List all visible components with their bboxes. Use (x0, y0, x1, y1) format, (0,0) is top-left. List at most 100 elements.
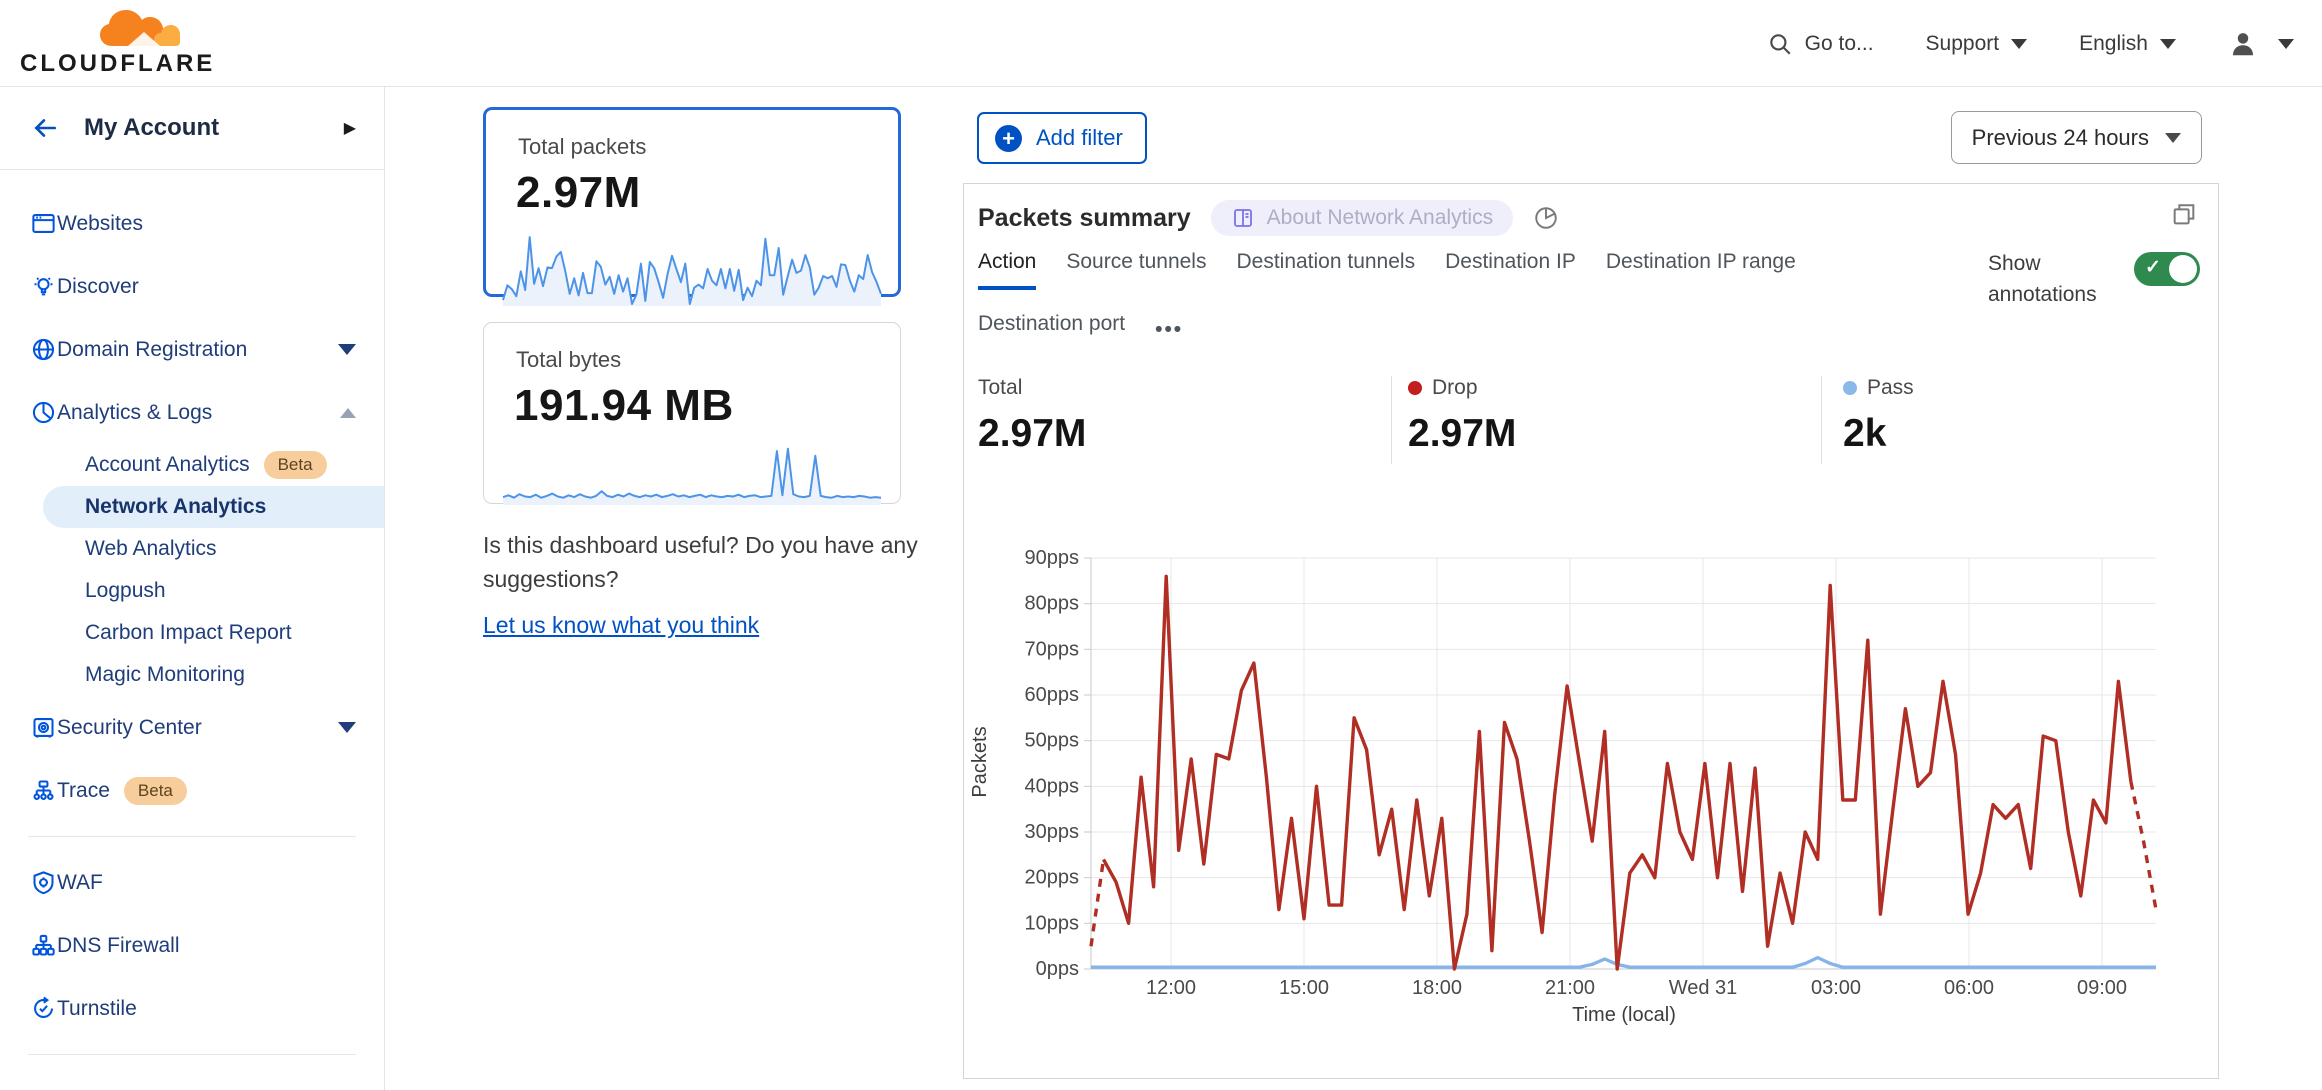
chevron-right-icon[interactable]: ▶ (344, 118, 356, 138)
sidebar-item-network-analytics[interactable]: Network Analytics (43, 486, 384, 528)
chevron-up-icon (340, 408, 356, 418)
card-value: 2.97M (516, 168, 898, 218)
sidebar-item-dns-firewall[interactable]: DNS Firewall (0, 914, 384, 977)
time-range-label: Previous 24 hours (1972, 125, 2149, 151)
add-filter-button[interactable]: + Add filter (977, 112, 1147, 164)
user-menu[interactable] (2228, 29, 2294, 59)
cloudflare-logo[interactable]: CLOUDFLARE (20, 6, 190, 78)
tab-destination-ip[interactable]: Destination IP (1445, 250, 1576, 290)
stat-label: Drop (1432, 376, 1478, 400)
legend-dot-pass (1843, 381, 1857, 395)
duplicate-icon[interactable] (2170, 200, 2198, 228)
stat-value: 2.97M (1408, 412, 1516, 456)
tab-destination-port[interactable]: Destination port (978, 312, 1125, 354)
sidebar-item-magic-monitoring[interactable]: Magic Monitoring (0, 654, 384, 696)
about-label: About Network Analytics (1267, 206, 1493, 230)
svg-text:10pps: 10pps (1025, 912, 1080, 934)
show-annotations-label: Show annotations (1988, 248, 2108, 310)
stat-drop: Drop 2.97M (1408, 376, 1516, 456)
sidebar-item-websites[interactable]: Websites (0, 192, 384, 255)
sidebar-item-label: Logpush (85, 579, 166, 603)
panel-title: Packets summary (978, 204, 1191, 233)
tab-source-tunnels[interactable]: Source tunnels (1066, 250, 1206, 290)
sidebar-item-security-center[interactable]: Security Center (0, 696, 384, 759)
brand-text: CLOUDFLARE (20, 50, 190, 78)
legend-dot-drop (1408, 381, 1422, 395)
stat-divider (1821, 376, 1822, 464)
feedback-link[interactable]: Let us know what you think (483, 608, 759, 642)
total-packets-card[interactable]: Total packets 2.97M (483, 107, 901, 297)
chevron-down-icon (2278, 39, 2294, 49)
sidebar-divider (28, 836, 356, 837)
sidebar-item-waf[interactable]: WAF (0, 851, 384, 914)
shield-gear-icon (30, 869, 57, 896)
beta-badge: Beta (264, 451, 327, 479)
support-menu[interactable]: Support (1926, 32, 2028, 56)
sidebar-item-account-analytics[interactable]: Account AnalyticsBeta (0, 444, 384, 486)
sidebar-item-discover[interactable]: Discover (0, 255, 384, 318)
top-bar: CLOUDFLARE Go to... Support English (0, 0, 2322, 87)
sidebar-item-label: Analytics & Logs (57, 401, 212, 425)
back-arrow-icon[interactable] (30, 115, 60, 141)
card-title: Total bytes (516, 347, 900, 373)
svg-text:50pps: 50pps (1025, 730, 1080, 752)
total-bytes-sparkline (499, 437, 885, 509)
stat-divider (1391, 376, 1392, 464)
svg-text:20pps: 20pps (1025, 867, 1080, 889)
tab-destination-ip-range[interactable]: Destination IP range (1606, 250, 1796, 290)
user-icon (2228, 29, 2258, 59)
sidebar-item-domain-registration[interactable]: Domain Registration (0, 318, 384, 381)
more-tabs-button[interactable]: ••• (1155, 312, 1183, 354)
stat-value: 2.97M (978, 412, 1086, 456)
sidebar-item-label: WAF (57, 871, 103, 895)
check-icon: ✓ (2145, 256, 2161, 279)
show-annotations-toggle[interactable]: ✓ (2134, 252, 2200, 286)
svg-text:Time (local): Time (local) (1572, 1004, 1676, 1026)
chevron-down-icon (2011, 39, 2027, 49)
goto-search[interactable]: Go to... (1767, 31, 1874, 57)
feedback-question: Is this dashboard useful? Do you have an… (483, 528, 923, 596)
svg-text:06:00: 06:00 (1944, 977, 1994, 999)
packets-summary-panel: Packets summary About Network Analytics … (963, 183, 2219, 1079)
sidebar-divider (28, 1054, 356, 1055)
chevron-down-icon (2160, 39, 2176, 49)
language-label: English (2079, 32, 2148, 56)
sidebar-item-turnstile[interactable]: Turnstile (0, 977, 384, 1040)
sidebar-item-label: Discover (57, 275, 139, 299)
sidebar-item-analytics-logs[interactable]: Analytics & Logs (0, 381, 384, 444)
add-filter-label: Add filter (1036, 125, 1123, 151)
dimension-tabs: Action Source tunnels Destination tunnels D… (978, 250, 1908, 354)
total-bytes-card[interactable]: Total bytes 191.94 MB (483, 322, 901, 504)
svg-text:40pps: 40pps (1025, 775, 1080, 797)
svg-text:12:00: 12:00 (1146, 977, 1196, 999)
language-menu[interactable]: English (2079, 32, 2176, 56)
trace-icon (30, 777, 57, 804)
stat-label: Total (978, 376, 1022, 400)
pie-chart-icon[interactable] (1533, 205, 1559, 231)
about-network-analytics-badge[interactable]: About Network Analytics (1211, 200, 1513, 236)
total-packets-sparkline (499, 224, 885, 310)
globe-icon (30, 336, 57, 363)
time-range-dropdown[interactable]: Previous 24 hours (1951, 111, 2202, 164)
sidebar-item-trace[interactable]: Trace Beta (0, 759, 384, 822)
support-label: Support (1926, 32, 2000, 56)
svg-text:21:00: 21:00 (1545, 977, 1595, 999)
safe-icon (30, 714, 57, 741)
sidebar-item-carbon-impact-report[interactable]: Carbon Impact Report (0, 612, 384, 654)
sidebar-item-label: Network Analytics (85, 495, 266, 519)
tab-destination-tunnels[interactable]: Destination tunnels (1236, 250, 1415, 290)
svg-text:03:00: 03:00 (1811, 977, 1861, 999)
stat-label: Pass (1867, 376, 1914, 400)
sidebar-item-logpush[interactable]: Logpush (0, 570, 384, 612)
stat-value: 2k (1843, 412, 1914, 456)
beta-badge: Beta (124, 777, 187, 805)
sidebar-item-label: Magic Monitoring (85, 663, 245, 687)
plus-icon: + (995, 125, 1022, 152)
account-header[interactable]: My Account ▶ (0, 87, 384, 170)
sidebar-item-web-analytics[interactable]: Web Analytics (0, 528, 384, 570)
sidebar-item-label: Trace (57, 779, 110, 803)
sidebar-item-label: Security Center (57, 716, 202, 740)
tab-action[interactable]: Action (978, 250, 1036, 290)
chevron-down-icon (338, 344, 356, 355)
book-icon (1231, 206, 1255, 230)
